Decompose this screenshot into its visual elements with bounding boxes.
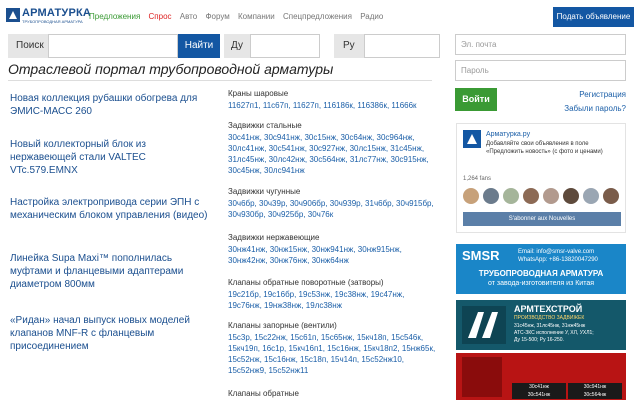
- promo-logo-icon: [462, 357, 502, 397]
- vk-logo-icon: [467, 134, 477, 144]
- catalog-section-title: Задвижки стальные: [228, 121, 302, 130]
- post-ad-button[interactable]: Подать объявление: [553, 7, 634, 27]
- catalog-section-title: Клапаны обратные: [228, 389, 299, 398]
- catalog-section: Краны шаровые 11627п1, 11с67п, 11627п, 1…: [228, 88, 440, 111]
- du-label: Ду: [231, 40, 243, 51]
- catalog-section: Задвижки чугунные 30ч6бр, 30ч39р, 30ч906…: [228, 186, 440, 220]
- email-field[interactable]: Эл. почта: [455, 34, 626, 55]
- smsr-banner[interactable]: SMSR Email: info@smsr-valve.com WhatsApp…: [456, 244, 626, 294]
- catalog-section-links[interactable]: 19с21бр, 19с16бр, 19с53нж, 19с38нж, 19с4…: [228, 289, 440, 311]
- news-item[interactable]: Новая коллекция рубашки обогрева для ЭМИ…: [10, 92, 210, 118]
- armtekhstroy-items-3: Ду 15-500; Ру 16-250.: [514, 337, 564, 343]
- catalog-section-title: Краны шаровые: [228, 89, 289, 98]
- vk-community-name[interactable]: Арматурка.ру: [486, 131, 530, 138]
- title-divider: [8, 80, 432, 81]
- catalog-section-links[interactable]: 30нж41нж, 30нж15нж, 30нж941нж, 30нж915нж…: [228, 244, 440, 266]
- smsr-email: Email: info@smsr-valve.com: [518, 249, 595, 255]
- nav-special-offers[interactable]: Спецпредложения: [283, 12, 352, 21]
- valve-promo-banner[interactable]: 30с41нж 30с541нж 30с941нж 30с564нж: [456, 353, 626, 400]
- promo-item: 30с41нж: [529, 384, 549, 390]
- news-item[interactable]: Линейка Supa Maxi™ пополнилась муфтами и…: [10, 252, 210, 291]
- site-header: АРМАТУРКА ТРУБОПРОВОДНАЯ АРМАТУРА Предло…: [0, 0, 640, 32]
- promo-item: 30с941нж: [583, 384, 607, 390]
- avatar[interactable]: [563, 188, 579, 204]
- catalog-section-title: Клапаны запорные (вентили): [228, 321, 337, 330]
- catalog-section-links[interactable]: 15с3р, 15с22нж, 15с61п, 15с65нж, 15кч18п…: [228, 332, 440, 376]
- avatar[interactable]: [503, 188, 519, 204]
- ru-label: Ру: [343, 40, 355, 51]
- login-button[interactable]: Войти: [455, 88, 497, 111]
- armtekhstroy-logo-icon: [462, 306, 506, 344]
- armtekhstroy-items: 31с45нж, 31лс45нж, 31нж45нж: [514, 323, 586, 329]
- nav-forum[interactable]: Форум: [205, 12, 229, 21]
- promo-tag: 30с41нж 30с541нж: [512, 383, 566, 399]
- logo-subtitle: ТРУБОПРОВОДНАЯ АРМАТУРА: [22, 19, 83, 24]
- catalog-section-title: Клапаны обратные поворотные (затворы): [228, 278, 384, 287]
- catalog-section: Задвижки нержавеющие 30нж41нж, 30нж15нж,…: [228, 232, 440, 266]
- catalog-section: Задвижки стальные 30с41нж, 30с941нж, 30с…: [228, 120, 440, 176]
- avatar[interactable]: [583, 188, 599, 204]
- password-field[interactable]: Пароль: [455, 60, 626, 81]
- smsr-headline: ТРУБОПРОВОДНАЯ АРМАТУРА: [478, 269, 604, 278]
- logo-icon: [6, 8, 20, 22]
- vk-widget: Арматурка.ру Добавляйте свои объявления …: [456, 123, 626, 233]
- page-title: Отраслевой портал трубопроводной арматур…: [8, 61, 334, 77]
- armtekhstroy-brand: АРМТЕХСТРОЙ: [514, 304, 583, 314]
- site-logo[interactable]: АРМАТУРКА ТРУБОПРОВОДНАЯ АРМАТУРА: [6, 7, 91, 26]
- catalog-section-links[interactable]: 30ч6бр, 30ч39р, 30ч906бр, 30ч939р, 31ч6б…: [228, 198, 440, 220]
- nav-auto[interactable]: Авто: [180, 12, 197, 21]
- nav-companies[interactable]: Компании: [238, 12, 275, 21]
- register-link[interactable]: Регистрация: [579, 90, 626, 99]
- search-label: Поиск: [16, 40, 44, 51]
- logo-text: АРМАТУРКА: [22, 7, 92, 19]
- forgot-password-link[interactable]: Забыли пароль?: [564, 104, 626, 113]
- avatar[interactable]: [483, 188, 499, 204]
- catalog-section-links[interactable]: 11627п1, 11с67п, 11627п, 116186к, 116386…: [228, 100, 440, 111]
- search-input[interactable]: [48, 34, 178, 58]
- armtekhstroy-items-2: АТС-ЗКС исполнение У, ХЛ, УХЛ1;: [514, 330, 594, 336]
- vk-community-logo[interactable]: [463, 130, 481, 148]
- promo-item: 30с541нж: [527, 392, 551, 398]
- find-button[interactable]: Найти: [178, 34, 220, 58]
- du-input[interactable]: [250, 34, 320, 58]
- nav-offers[interactable]: Предложения: [89, 12, 140, 21]
- ru-input[interactable]: [364, 34, 440, 58]
- catalog-section: Клапаны запорные (вентили) 15с3р, 15с22н…: [228, 320, 440, 376]
- catalog-section: Клапаны обратные: [228, 388, 440, 399]
- promo-item: 30с564нж: [583, 392, 607, 398]
- avatar[interactable]: [603, 188, 619, 204]
- catalog-section-title: Задвижки нержавеющие: [228, 233, 320, 242]
- smsr-subline: от завода-изготовителя из Китая: [487, 280, 595, 287]
- armtekhstroy-sub: ПРОИЗВОДСТВО ЗАДВИЖЕК: [514, 315, 585, 321]
- catalog-section-title: Задвижки чугунные: [228, 187, 301, 196]
- smsr-phone: WhatsApp: +86-13820047290: [518, 257, 598, 263]
- search-bar: Поиск Найти Ду Ру: [8, 34, 440, 58]
- avatar[interactable]: [523, 188, 539, 204]
- vk-post-text: Добавляйте свои объявления в поле «Предл…: [486, 141, 603, 155]
- catalog-section-links[interactable]: 30с41нж, 30с941нж, 30с15нж, 30с64нж, 30с…: [228, 132, 440, 176]
- vk-fans-count: 1,264 fans: [463, 176, 492, 182]
- promo-tag: 30с941нж 30с564нж: [568, 383, 622, 399]
- catalog-section: Клапаны обратные поворотные (затворы) 19…: [228, 277, 440, 311]
- avatar[interactable]: [543, 188, 559, 204]
- vk-subscribe-button[interactable]: S'abonner aux Nouvelles: [463, 212, 621, 226]
- nav-radio[interactable]: Радио: [360, 12, 383, 21]
- main-nav: Предложения Спрос Авто Форум Компании Сп…: [89, 12, 389, 21]
- smsr-brand: SMSR: [462, 248, 500, 263]
- news-item[interactable]: Новый коллекторный блок из нержавеющей с…: [10, 138, 210, 177]
- armtekhstroy-banner[interactable]: АРМТЕХСТРОЙ ПРОИЗВОДСТВО ЗАДВИЖЕК 31с45н…: [456, 300, 626, 350]
- news-item[interactable]: «Ридан» начал выпуск новых моделей клапа…: [10, 314, 210, 353]
- avatar[interactable]: [463, 188, 479, 204]
- news-item[interactable]: Настройка электропривода серии ЭПН с мех…: [10, 196, 210, 222]
- vk-avatar-list: [463, 188, 623, 206]
- nav-demand[interactable]: Спрос: [149, 12, 172, 21]
